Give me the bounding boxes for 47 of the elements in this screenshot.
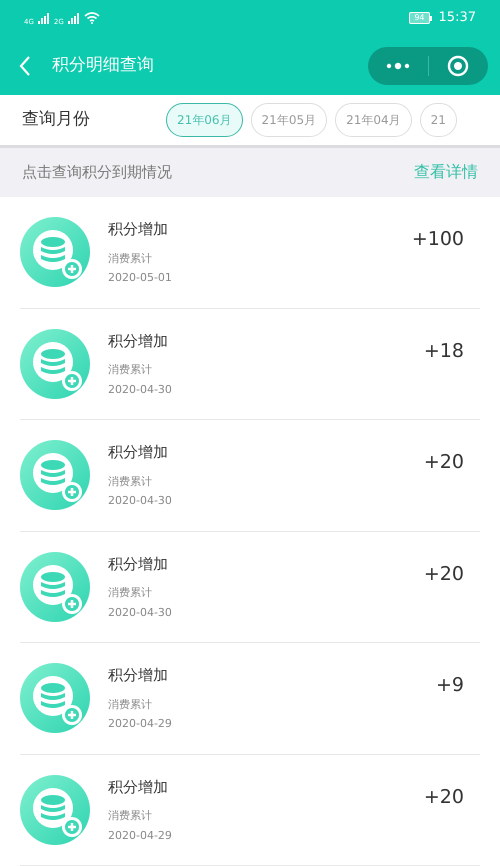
coin-stack-plus-icon — [20, 552, 90, 622]
record-title: 积分增加 — [108, 330, 169, 352]
month-chip[interactable]: 21年06月 — [166, 102, 243, 137]
record-source: 消费累计 — [108, 474, 153, 490]
record-title: 积分增加 — [108, 442, 169, 463]
record-source: 消费累计 — [108, 250, 153, 266]
wifi-icon — [84, 12, 100, 24]
signal-icon — [38, 12, 50, 24]
battery-tip-icon — [430, 16, 433, 20]
month-chip[interactable]: 21年04月 — [335, 102, 412, 137]
record-date: 2020-04-29 — [108, 828, 173, 844]
coin-stack-plus-icon — [20, 328, 90, 399]
month-label: 查询月份 — [22, 108, 91, 131]
points-amount: +18 — [424, 338, 464, 364]
battery-level: 94 — [409, 12, 430, 24]
record-source: 消费累计 — [108, 362, 153, 378]
record-source: 消费累计 — [108, 808, 153, 824]
points-amount: +9 — [436, 673, 464, 698]
record-title: 积分增加 — [108, 776, 169, 798]
coin-stack-plus-icon — [20, 663, 90, 734]
record-title: 积分增加 — [108, 554, 169, 574]
record-date: 2020-04-29 — [108, 716, 173, 732]
back-icon[interactable] — [18, 54, 32, 76]
record-source: 消费累计 — [108, 696, 153, 712]
record-date: 2020-04-30 — [108, 493, 173, 509]
points-amount: +20 — [424, 562, 464, 586]
points-amount: +20 — [424, 784, 464, 810]
record-source: 消费累计 — [108, 585, 153, 601]
month-chip[interactable]: 21 — [420, 102, 457, 137]
signal-icon — [68, 12, 80, 24]
record-title: 积分增加 — [108, 665, 169, 686]
details-link[interactable]: 查看详情 — [414, 160, 478, 184]
more-icon[interactable] — [386, 62, 410, 70]
record-date: 2020-04-30 — [108, 382, 173, 398]
coin-stack-plus-icon — [20, 774, 90, 845]
expiry-hint: 点击查询积分到期情况 — [22, 162, 172, 183]
record-date: 2020-04-30 — [108, 604, 173, 620]
points-amount: +100 — [412, 227, 464, 252]
coin-stack-plus-icon — [20, 440, 90, 510]
record-date: 2020-05-01 — [108, 270, 173, 286]
close-icon[interactable] — [447, 54, 470, 76]
clock: 15:37 — [438, 9, 476, 28]
coin-stack-plus-icon — [20, 217, 90, 288]
record-title: 积分增加 — [108, 219, 169, 240]
month-chip[interactable]: 21年05月 — [250, 102, 328, 137]
page-title: 积分明细查询 — [52, 54, 155, 77]
points-amount: +20 — [424, 450, 464, 475]
